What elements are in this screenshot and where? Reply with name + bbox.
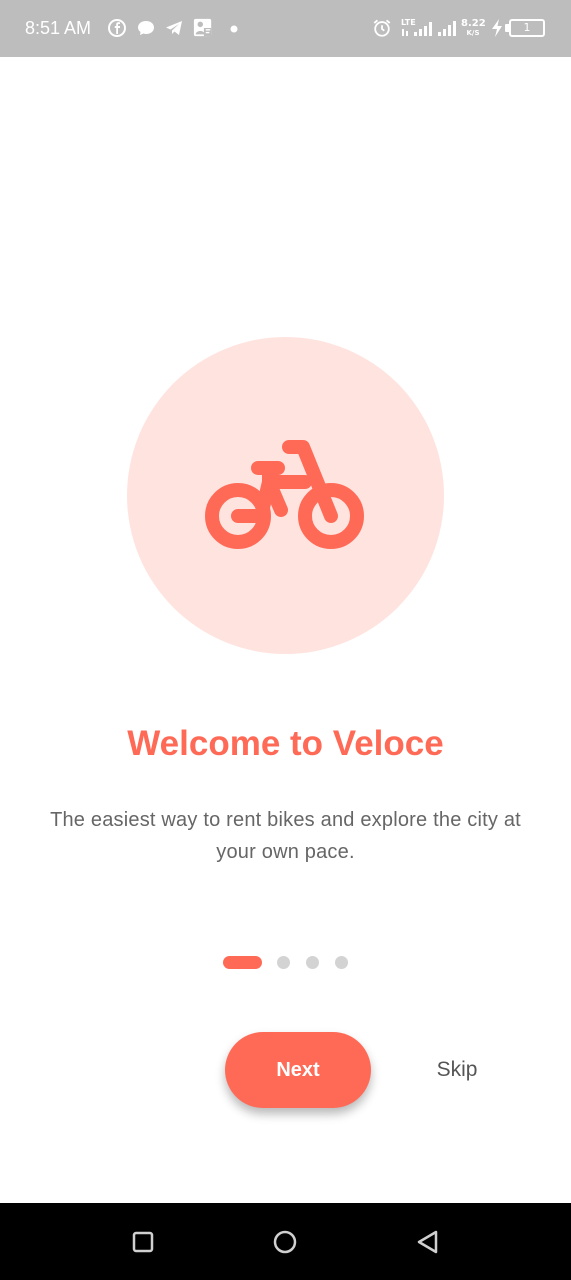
telegram-icon xyxy=(166,21,182,35)
chat-bubble-icon xyxy=(138,21,154,35)
recent-apps-icon[interactable] xyxy=(123,1222,163,1262)
page-indicator-dot-active xyxy=(223,956,262,969)
home-icon[interactable] xyxy=(265,1222,305,1262)
page-indicator-dot xyxy=(306,956,319,969)
signal-icon xyxy=(438,21,456,36)
page-indicator-dot xyxy=(277,956,290,969)
navigation-bar xyxy=(0,1203,571,1280)
alarm-icon xyxy=(373,19,391,37)
dot-icon xyxy=(230,25,238,33)
facebook-icon xyxy=(108,19,126,37)
page-subtitle: The easiest way to rent bikes and explor… xyxy=(50,809,521,863)
next-button[interactable]: Next xyxy=(225,1032,371,1108)
network-speed-unit: K/S xyxy=(466,29,480,37)
network-speed-value: 8.22 xyxy=(461,18,486,29)
page-indicator xyxy=(0,955,571,971)
page-indicator-dot xyxy=(335,956,348,969)
status-bar: 8:51 AM LTE 8.22 K/S 1 xyxy=(0,0,571,57)
page-title: Welcome to Veloce xyxy=(127,724,444,763)
back-icon[interactable] xyxy=(408,1222,448,1262)
skip-button[interactable]: Skip xyxy=(420,1050,494,1090)
battery-level: 1 xyxy=(523,21,531,34)
gallery-notification-icon xyxy=(193,18,212,37)
charging-icon xyxy=(492,19,502,37)
status-time: 8:51 AM xyxy=(25,18,92,38)
bicycle-icon xyxy=(205,440,364,549)
